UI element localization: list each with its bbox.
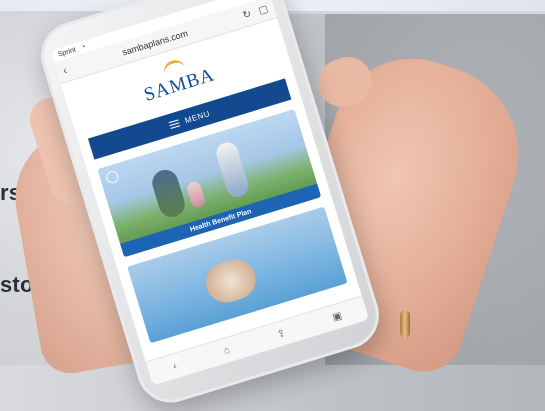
photo-person-2	[213, 139, 252, 200]
gold-ring	[400, 310, 410, 338]
bookmarks-icon[interactable]: ▢	[257, 3, 269, 16]
share-icon[interactable]: ⇪	[276, 327, 287, 340]
wifi-icon: ◔	[80, 43, 87, 51]
photo-people	[201, 254, 261, 308]
menu-label: MENU	[183, 108, 212, 125]
chevron-left-icon[interactable]: ‹	[61, 63, 69, 78]
refresh-icon[interactable]: ↻	[241, 8, 252, 21]
search-icon	[104, 169, 120, 185]
photo-child	[185, 180, 207, 209]
photo-person-1	[149, 166, 188, 221]
chevron-left-icon[interactable]: ‹	[172, 360, 178, 371]
tabs-icon[interactable]: ▣	[331, 310, 343, 323]
home-icon[interactable]: ⌂	[222, 344, 231, 356]
hamburger-icon	[169, 119, 181, 129]
